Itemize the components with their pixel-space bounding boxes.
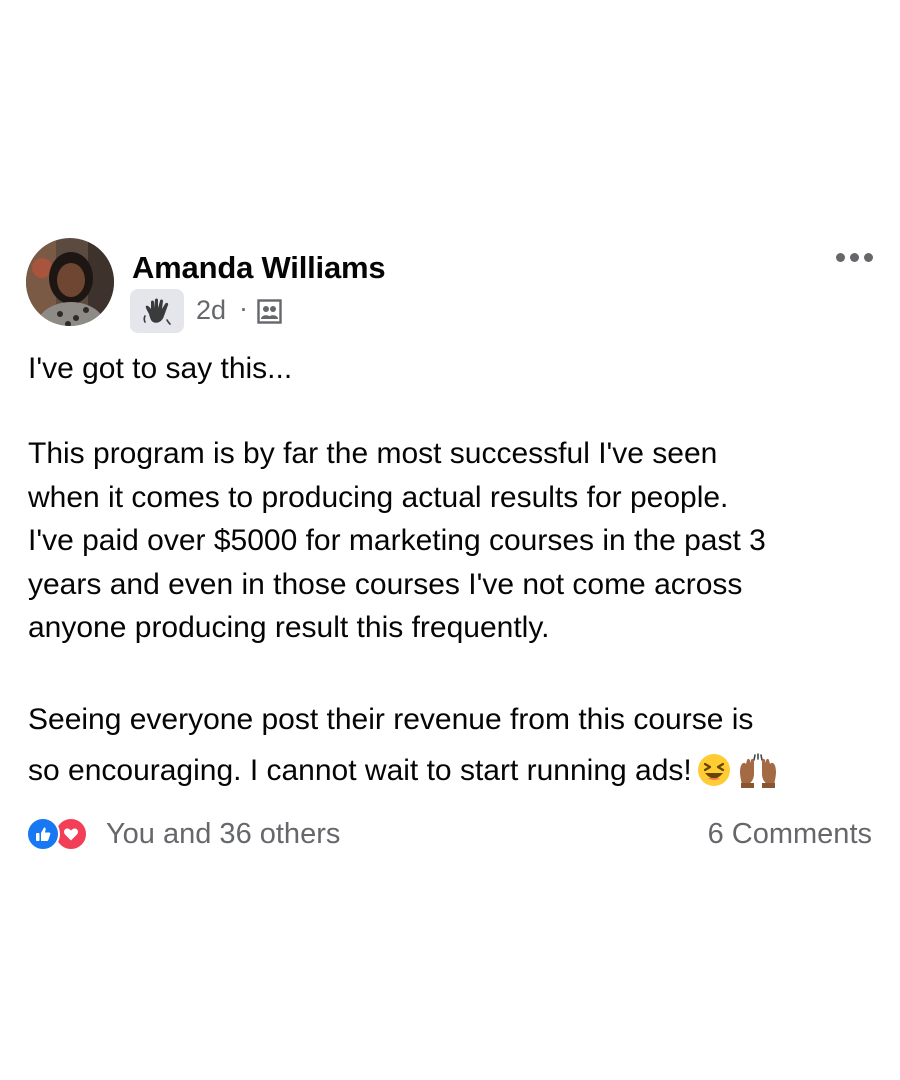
post-card: Amanda Williams 2d · I've got to say thi… <box>0 0 900 1080</box>
reaction-count-text[interactable]: You and 36 others <box>106 818 340 851</box>
author-name[interactable]: Amanda Williams <box>132 250 386 286</box>
text-line: I've paid over $5000 for marketing cours… <box>28 524 766 557</box>
text-line-with-emoji: so encouraging. I cannot wait to start r… <box>28 745 878 804</box>
raised-hands-icon <box>736 752 780 804</box>
more-options-icon[interactable] <box>836 253 873 262</box>
dot <box>836 253 845 262</box>
post-paragraph-3: Seeing everyone post their revenue from … <box>28 694 878 804</box>
dot <box>850 253 859 262</box>
text-line: Seeing everyone post their revenue from … <box>28 703 754 736</box>
like-icon <box>26 817 60 851</box>
reaction-icons[interactable] <box>26 817 88 851</box>
post-time[interactable]: 2d <box>196 295 226 326</box>
waving-hand-icon[interactable] <box>130 289 184 333</box>
post-paragraph-1: I've got to say this... <box>28 347 878 391</box>
meta-separator: · <box>239 293 248 323</box>
avatar[interactable] <box>26 238 114 326</box>
text-line: This program is by far the most successf… <box>28 437 718 470</box>
custom-audience-icon[interactable] <box>257 299 282 329</box>
dot <box>864 253 873 262</box>
laughing-face-icon <box>696 752 732 804</box>
text-line: so encouraging. I cannot wait to start r… <box>28 754 692 787</box>
comments-count-link[interactable]: 6 Comments <box>708 818 872 851</box>
post-paragraph-2: This program is by far the most successf… <box>28 432 878 650</box>
text-line: anyone producing result this frequently. <box>28 611 550 644</box>
text-line: years and even in those courses I've not… <box>28 567 743 601</box>
text-line: when it comes to producing actual result… <box>28 480 729 514</box>
text-line: I've got to say this... <box>28 352 293 385</box>
